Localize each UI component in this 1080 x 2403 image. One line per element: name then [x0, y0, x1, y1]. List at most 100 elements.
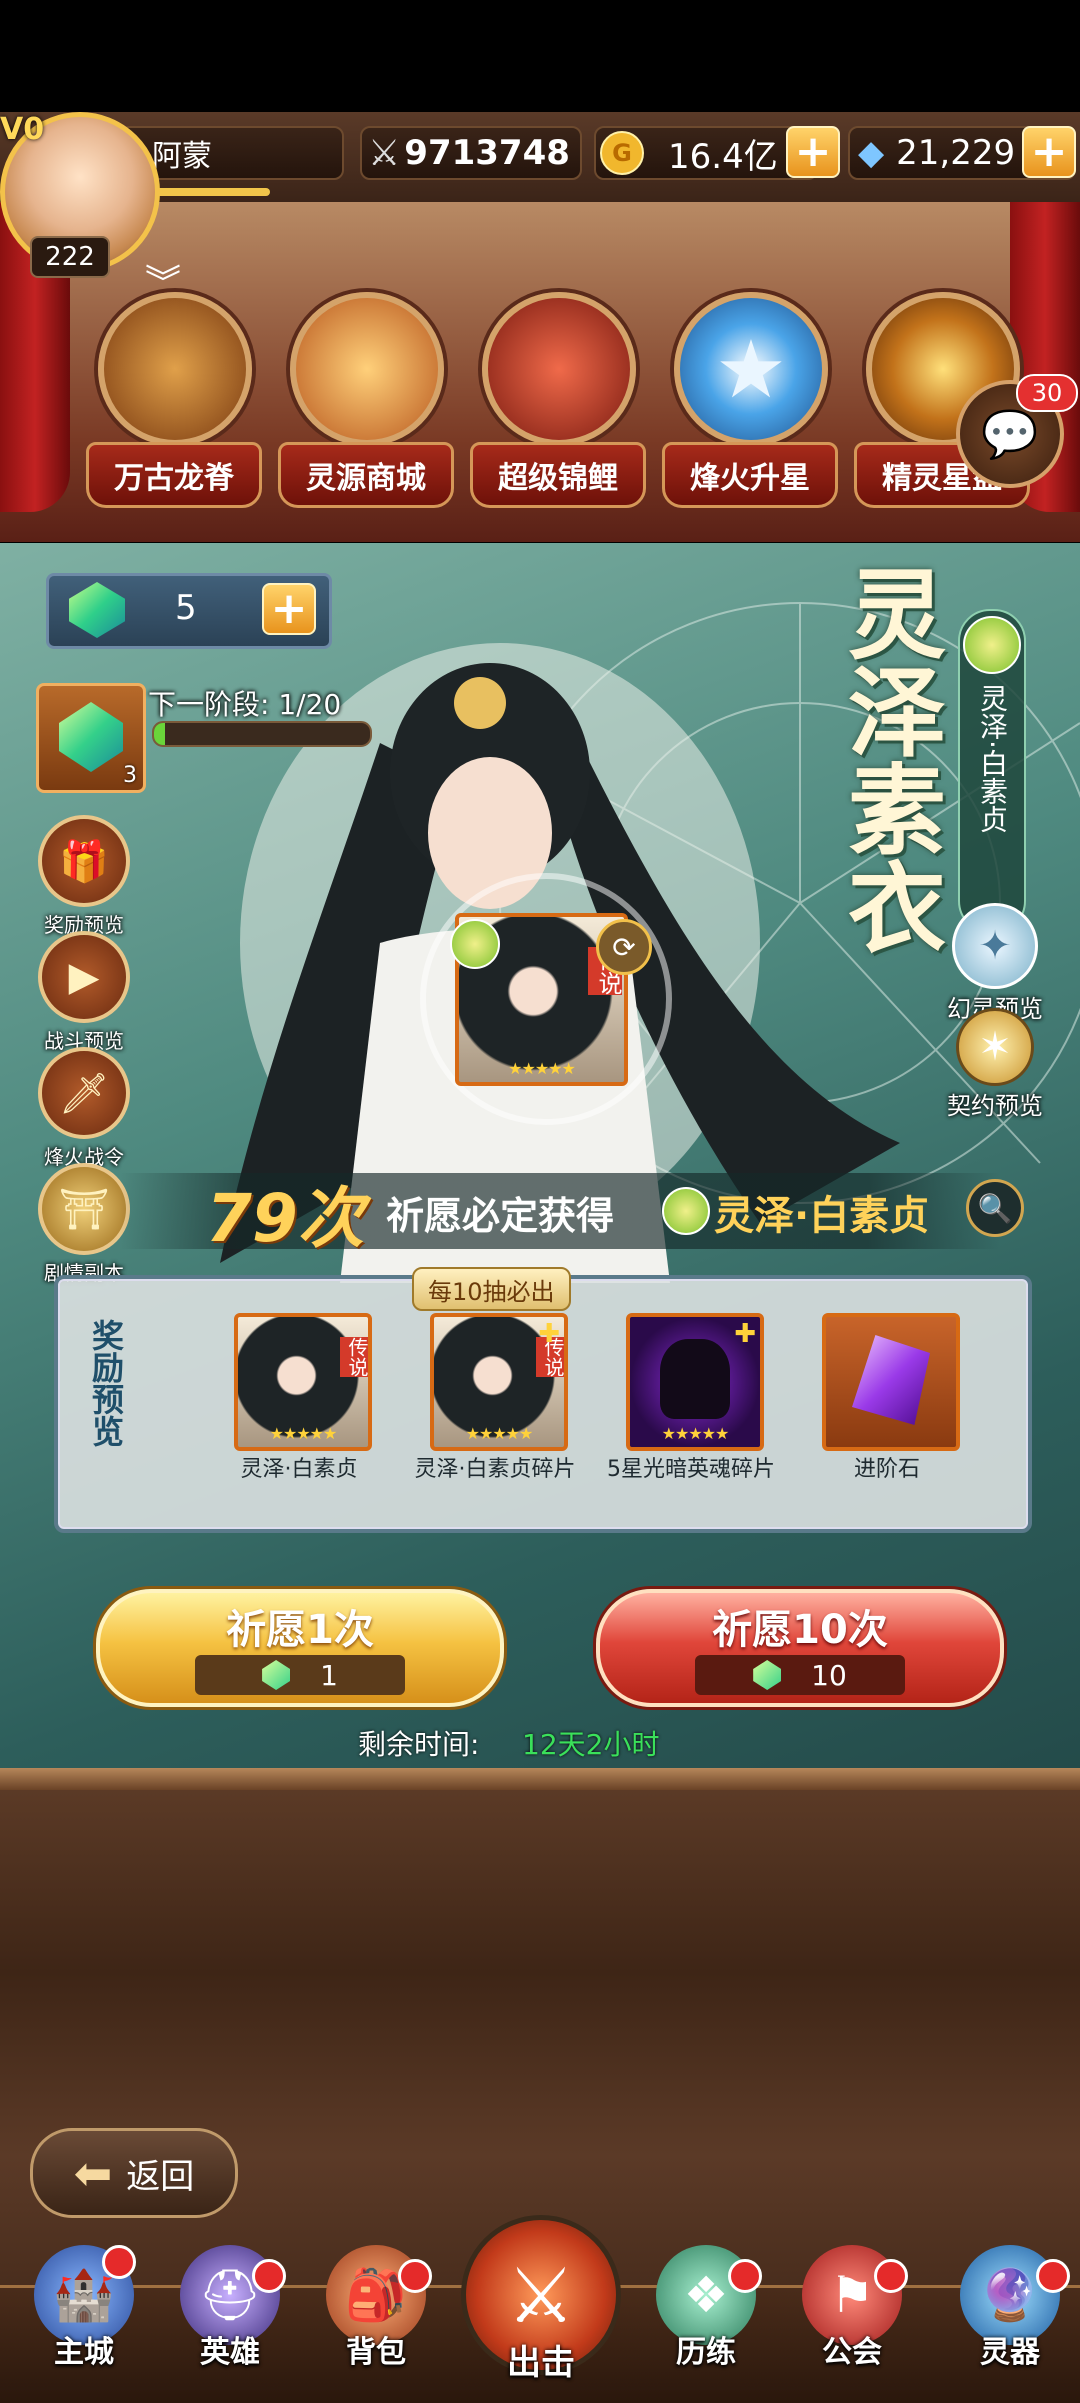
phantom-preview-button[interactable]: ✦ 幻灵预览: [930, 903, 1060, 1024]
event-strip: ︾ 万古龙脊 灵源商城 超级锦鲤 ★ 烽火升星 精灵星盘 💬 30: [0, 202, 1080, 542]
feature-wangu-longji[interactable]: 万古龙脊: [86, 292, 262, 517]
chat-badge: 30: [1016, 374, 1078, 412]
player-level: 222: [30, 236, 110, 278]
puzzle-piece-icon: ✚: [538, 1319, 560, 1349]
rarity-tag: 传说: [340, 1337, 369, 1377]
back-label: 返回: [126, 2156, 195, 2197]
battle-preview-button[interactable]: ▶ 战斗预览: [38, 931, 130, 1054]
hero-tag-label: 灵泽·白素贞: [976, 684, 1009, 833]
diamond-value: 21,229: [896, 133, 1016, 173]
reward-item[interactable]: 进阶石: [822, 1313, 960, 1482]
star-rating: ★★★★★: [269, 1424, 338, 1443]
nav-label: 背包: [346, 2335, 406, 2370]
feature-label: 烽火升星: [662, 442, 838, 508]
swap-icon[interactable]: ⟳: [596, 919, 652, 975]
pull-once-cost-value: 1: [320, 1658, 338, 1692]
element-icon: [662, 1187, 710, 1235]
vip-level: V0: [0, 112, 45, 147]
feature-label: 超级锦鲤: [470, 442, 646, 508]
power-display: ⚔ 9713748: [360, 126, 582, 180]
ticket-count: 5: [175, 588, 197, 628]
pull-once-button[interactable]: 祈愿1次 1: [96, 1589, 504, 1707]
dark-knight-icon: [660, 1339, 730, 1419]
chat-bubble-icon: 💬: [981, 406, 1039, 461]
hero-tag-pill[interactable]: 灵泽·白素贞: [958, 609, 1026, 933]
pull-ten-button[interactable]: 祈愿10次 10: [596, 1589, 1004, 1707]
guarantee-text: 祈愿必定获得: [386, 1194, 615, 1238]
summon-ticket-icon: [69, 582, 125, 638]
story-dungeon-button[interactable]: ⛩ 剧情副本: [38, 1163, 130, 1286]
notification-dot: [398, 2259, 432, 2293]
stage-progress-fill: [154, 723, 165, 745]
nav-label: 灵器: [980, 2335, 1040, 2370]
star-rating: ★★★★★: [465, 1424, 534, 1443]
feature-super-koi[interactable]: 超级锦鲤: [470, 292, 646, 517]
battle-pass-button[interactable]: 🗡 烽火战令: [38, 1047, 130, 1170]
feature-fenghuo-star[interactable]: ★ 烽火升星: [662, 292, 838, 517]
nav-training[interactable]: ❖ 历练: [646, 2245, 766, 2395]
stage-ticket-count: 3: [123, 763, 137, 788]
add-ticket-button[interactable]: +: [262, 583, 316, 635]
reward-preview-button[interactable]: 🎁 奖励预览: [38, 815, 130, 938]
back-arrow-icon: ⬅: [73, 2146, 113, 2200]
nav-heroes[interactable]: ⛑ 英雄: [170, 2245, 290, 2395]
contract-preview-button[interactable]: ✶ 契约预览: [930, 1008, 1060, 1121]
reward-item-name: 灵泽·白素贞碎片: [414, 1457, 576, 1482]
reward-item-card: 传说 ✚ ★★★★★: [430, 1313, 568, 1451]
summon-ticket-icon: [59, 702, 123, 772]
feature-lingyuan-shop[interactable]: 灵源商城: [278, 292, 454, 517]
notification-dot: [728, 2259, 762, 2293]
reward-item-name: 进阶石: [853, 1457, 920, 1482]
gift-icon: 🎁: [38, 815, 130, 907]
remaining-time-value: 12天2小时: [522, 1728, 660, 1761]
reward-item-card: [822, 1313, 960, 1451]
nav-main-city[interactable]: 🏰 主城: [24, 2245, 144, 2395]
nav-battle[interactable]: ⚔ 出击: [456, 2215, 626, 2395]
next-stage-label: 下一阶段: 1/20: [148, 688, 342, 721]
power-value: 9713748: [404, 133, 570, 173]
summon-ticket-icon: [262, 1660, 291, 1690]
notification-dot: [252, 2259, 286, 2293]
nav-artifact[interactable]: 🔮 灵器: [950, 2245, 1070, 2395]
reward-item[interactable]: 传说 ★★★★★ 灵泽·白素贞: [234, 1313, 372, 1482]
guarantee-count: 79次: [206, 1180, 364, 1257]
gold-coin-icon: G: [600, 131, 644, 175]
reward-item[interactable]: 传说 ✚ ★★★★★ 灵泽·白素贞碎片: [415, 1313, 576, 1482]
nav-label: 英雄: [200, 2335, 260, 2370]
summon-ticket-icon: [753, 1660, 782, 1690]
swords-icon: ⚔: [368, 132, 401, 174]
nav-label: 历练: [676, 2335, 736, 2370]
stage-progress-bar: [152, 721, 372, 747]
element-icon: [963, 616, 1021, 674]
pagoda-icon: ⛩: [38, 1163, 130, 1255]
back-button[interactable]: ⬅ 返回: [30, 2128, 238, 2218]
pull-ten-cost-value: 10: [811, 1658, 847, 1692]
notification-dot: [1036, 2259, 1070, 2293]
puzzle-piece-icon: ✚: [734, 1319, 756, 1349]
search-icon[interactable]: 🔍: [966, 1179, 1024, 1237]
pull-ten-cost: 10: [695, 1655, 905, 1695]
star-rating: ★★★★★: [508, 1059, 576, 1078]
gem-icon: [852, 1335, 930, 1425]
reward-item-card: ✚ ★★★★★: [626, 1313, 764, 1451]
reward-item-name: 5星光暗英魂碎片: [607, 1457, 775, 1482]
stage-reward-slot[interactable]: 3: [36, 683, 146, 793]
player-name: 阿蒙: [152, 139, 212, 174]
add-diamond-button[interactable]: +: [1022, 126, 1076, 178]
reward-item-card: 传说 ★★★★★: [234, 1313, 372, 1451]
add-gold-button[interactable]: +: [786, 126, 840, 178]
nav-label: 公会: [822, 2335, 882, 2370]
divider-beam: [0, 1768, 1080, 1790]
notification-dot: [874, 2259, 908, 2293]
nav-backpack[interactable]: 🎒 背包: [316, 2245, 436, 2395]
notification-dot: [102, 2245, 136, 2279]
nav-guild[interactable]: ⚑ 公会: [792, 2245, 912, 2395]
diamond-icon: ◆: [858, 133, 885, 173]
gold-display: G 16.4亿: [594, 126, 818, 180]
top-resource-bar: 阿蒙 ⚔ 9713748 G 16.4亿 + ◆ 21,229 +: [0, 112, 1080, 205]
feature-label: 灵源商城: [278, 442, 454, 508]
reward-item[interactable]: ✚ ★★★★★ 5星光暗英魂碎片: [607, 1313, 775, 1482]
seal-icon: ✶: [956, 1008, 1034, 1086]
pull-ten-label: 祈愿10次: [712, 1607, 888, 1653]
gold-value: 16.4亿: [668, 136, 778, 177]
